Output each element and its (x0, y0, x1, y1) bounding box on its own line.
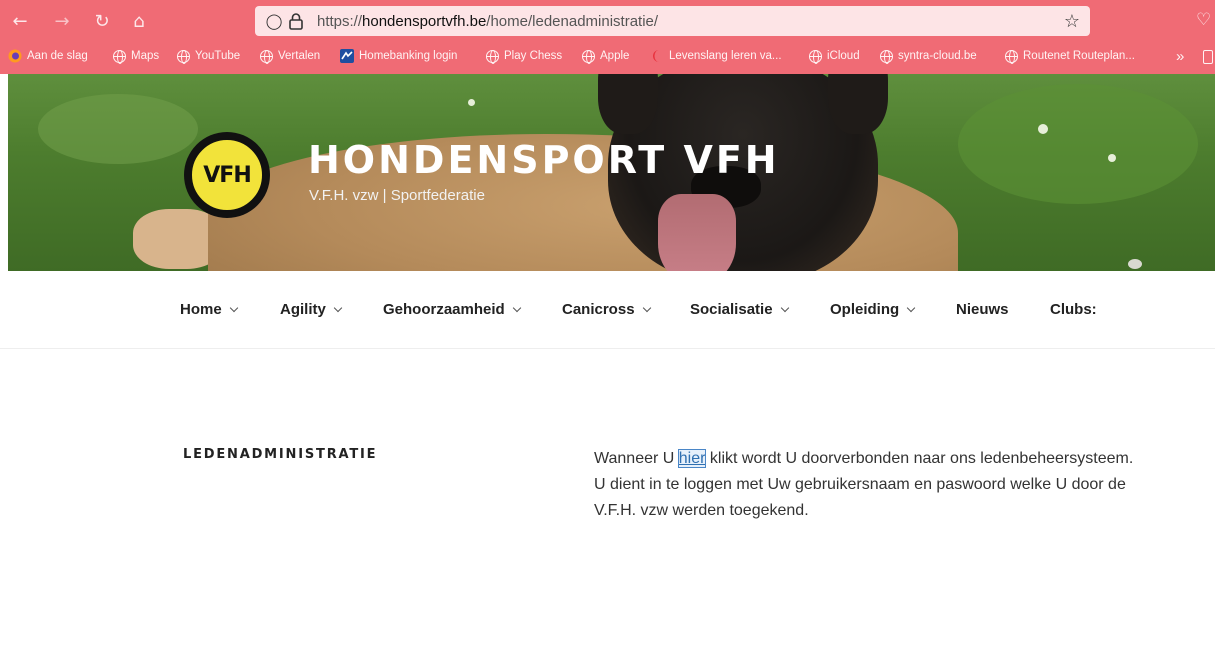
bookmark-label: Apple (600, 50, 630, 62)
paragraph-login: U dient in te loggen met Uw gebruikersna… (594, 476, 1126, 519)
bookmark-item[interactable]: Aan de slag (8, 49, 88, 63)
nav-item-nieuws[interactable]: Nieuws (956, 301, 1009, 318)
bookmark-label: syntra-cloud.be (898, 50, 977, 62)
nav-label: Nieuws (956, 301, 1009, 318)
nav-label: Clubs: (1050, 301, 1097, 318)
bookmark-item[interactable]: YouTube (176, 49, 241, 64)
bookmark-item[interactable]: Apple (581, 49, 630, 64)
bookmark-label: Routenet Routeplan... (1023, 50, 1135, 62)
nav-label: Opleiding (830, 301, 900, 318)
reload-icon[interactable]: ↻ (90, 9, 114, 33)
text: klikt wordt U doorverbonden naar ons led… (705, 450, 1134, 467)
nav-item-clubs[interactable]: Clubs: (1050, 301, 1097, 318)
lock-icon[interactable] (288, 12, 306, 30)
globe-icon (1004, 49, 1018, 64)
chevron-down-icon (229, 303, 238, 312)
chevron-down-icon (780, 303, 789, 312)
chevron-double-right-icon[interactable]: » (1176, 48, 1184, 65)
main-navigation: Home Agility Gehoorzaamheid Canicross So… (0, 271, 1215, 349)
nav-item-home[interactable]: Home (180, 301, 238, 318)
star-icon[interactable]: ☆ (1064, 11, 1080, 32)
bookmark-item[interactable]: Play Chess (485, 49, 563, 64)
logo-text: VFH (203, 162, 251, 188)
address-bar[interactable]: ◯ https://hondensportvfh.be/home/ledenad… (255, 6, 1090, 36)
bookmark-item[interactable]: Vertalen (259, 49, 321, 64)
globe-icon (112, 49, 126, 64)
nav-item-gehoorzaamheid[interactable]: Gehoorzaamheid (383, 301, 521, 318)
browser-toolbar: ← → ↻ ⌂ ◯ https://hondensportvfh.be/home… (0, 0, 1215, 42)
bookmark-label: Vertalen (278, 50, 321, 62)
chevron-down-icon (333, 303, 343, 312)
forward-icon[interactable]: → (50, 9, 74, 33)
chevron-down-icon (906, 303, 916, 312)
nav-item-canicross[interactable]: Canicross (562, 301, 651, 318)
page-content: Wanneer U hier klikt wordt U doorverbond… (594, 446, 1134, 524)
bookmark-item[interactable]: Maps (112, 49, 160, 64)
nav-label: Agility (280, 301, 326, 318)
url-text[interactable]: https://hondensportvfh.be/home/ledenadmi… (317, 13, 658, 30)
bookmark-label: Play Chess (504, 50, 563, 62)
nav-item-opleiding[interactable]: Opleiding (830, 301, 916, 318)
bookmark-label: Levenslang leren va... (669, 50, 782, 62)
header-image: VFH HONDENSPORT VFH V.F.H. vzw | Sportfe… (8, 74, 1215, 271)
bookmark-item[interactable]: syntra-cloud.be (879, 49, 977, 64)
home-icon[interactable]: ⌂ (127, 9, 151, 33)
globe-icon (879, 49, 893, 64)
nav-label: Socialisatie (690, 301, 773, 318)
nav-label: Home (180, 301, 222, 318)
site-logo[interactable]: VFH (184, 132, 270, 218)
bookmark-label: iCloud (827, 50, 860, 62)
globe-icon (581, 49, 595, 64)
bookmark-item[interactable]: Homebanking login (340, 49, 457, 63)
url-path: /home/ledenadministratie/ (486, 13, 659, 30)
chevron-down-icon (642, 303, 651, 312)
nav-label: Gehoorzaamheid (383, 301, 505, 318)
back-icon[interactable]: ← (8, 9, 32, 33)
globe-icon (259, 49, 273, 64)
pocket-icon[interactable]: ♡ (1196, 10, 1211, 30)
bookmark-label: YouTube (195, 50, 241, 62)
bookmark-item[interactable]: Routenet Routeplan... (1004, 49, 1135, 64)
globe-icon (485, 49, 499, 64)
bank-icon (340, 49, 354, 63)
nav-label: Canicross (562, 301, 635, 318)
text: Wanneer U (594, 450, 679, 467)
hier-link[interactable]: hier (677, 449, 707, 468)
dog-tongue (658, 194, 736, 271)
shield-icon[interactable]: ◯ (265, 12, 283, 30)
site-title[interactable]: HONDENSPORT VFH (308, 138, 780, 182)
bookmark-item[interactable]: iCloud (808, 49, 860, 64)
nav-item-agility[interactable]: Agility (280, 301, 343, 318)
bookmarks-bar: Aan de slag Maps YouTube Vertalen Homeba… (0, 42, 1215, 74)
chevron-down-icon (512, 303, 521, 312)
bookmark-item[interactable]: Levenslang leren va... (650, 49, 782, 63)
globe-icon (808, 49, 822, 64)
page-title: LEDENADMINISTRATIE (183, 447, 378, 462)
bookmark-label: Homebanking login (359, 50, 458, 62)
globe-icon (176, 49, 190, 64)
other-bookmarks-icon[interactable] (1203, 50, 1213, 64)
url-prefix: https:// (317, 13, 363, 30)
url-domain: hondensportvfh.be (362, 13, 487, 30)
bookmark-label: Aan de slag (27, 50, 88, 62)
moon-icon (650, 49, 664, 63)
site-tagline: V.F.H. vzw | Sportfederatie (309, 187, 485, 204)
firefox-icon (8, 49, 22, 63)
paragraph-intro: Wanneer U hier klikt wordt U doorverbond… (594, 446, 1134, 472)
nav-item-socialisatie[interactable]: Socialisatie (690, 301, 789, 318)
bookmark-label: Maps (131, 50, 160, 62)
